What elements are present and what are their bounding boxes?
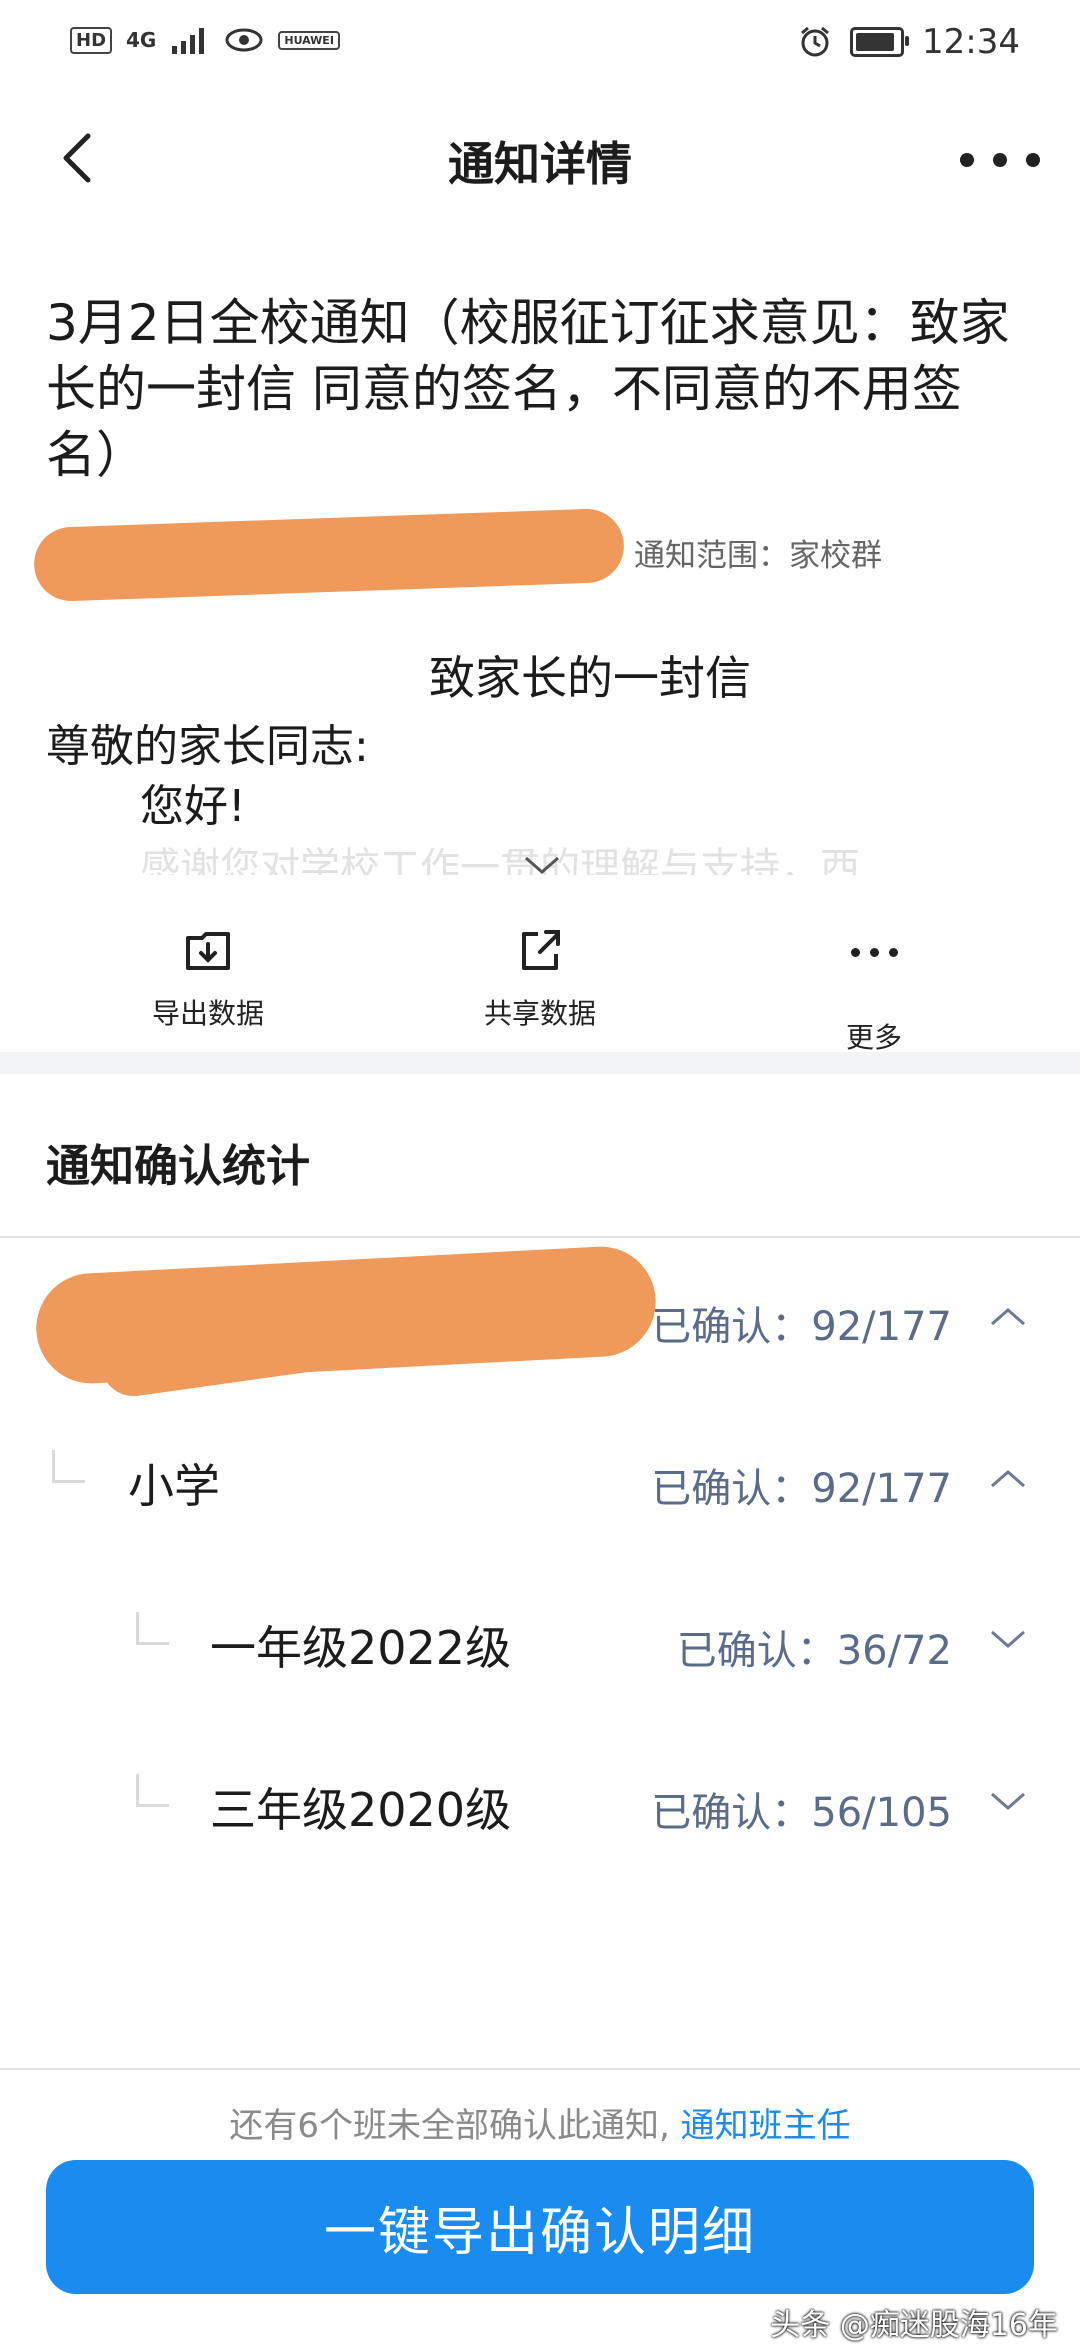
battery-icon bbox=[850, 27, 910, 57]
signal-icon bbox=[172, 28, 205, 54]
status-right: 12:34 bbox=[798, 22, 1020, 62]
notice-scope: 通知范围：家校群 bbox=[634, 538, 882, 574]
status-left: HD 4G HUAWEI bbox=[70, 26, 340, 54]
action-bar: 导出数据 共享数据 更多 bbox=[0, 920, 1080, 1054]
watermark: 头条 @痴迷股海16年 bbox=[770, 2308, 1058, 2343]
share-data-label: 共享数据 bbox=[483, 997, 596, 1030]
unconfirmed-hint-text: 还有6个班未全部确认此通知, bbox=[229, 2106, 670, 2146]
chevron-up-icon[interactable] bbox=[988, 1464, 1028, 1494]
chevron-down-icon[interactable] bbox=[988, 1786, 1028, 1816]
confirmed-count: 已确认：92/177 bbox=[651, 1304, 952, 1350]
redaction-mark bbox=[32, 507, 626, 603]
share-data-button[interactable]: 共享数据 bbox=[440, 920, 640, 1032]
chevron-up-icon[interactable] bbox=[988, 1302, 1028, 1332]
unconfirmed-hint: 还有6个班未全部确认此通知, 通知班主任 bbox=[0, 2098, 1080, 2147]
section-divider bbox=[0, 1052, 1080, 1074]
divider bbox=[0, 2068, 1080, 2070]
export-data-button[interactable]: 导出数据 bbox=[108, 920, 308, 1032]
alarm-icon bbox=[801, 26, 829, 57]
letter-heading: 致家长的一封信 bbox=[429, 651, 751, 705]
export-data-label: 导出数据 bbox=[151, 997, 264, 1030]
page-title: 通知详情 bbox=[448, 137, 632, 191]
chevron-down-icon[interactable] bbox=[988, 1624, 1028, 1654]
network-badge: 4G bbox=[126, 28, 157, 52]
stats-row-primary[interactable]: 小学 已确认：92/177 bbox=[0, 1420, 1080, 1540]
confirmed-count: 已确认：92/177 bbox=[651, 1466, 952, 1512]
letter-salutation: 尊敬的家长同志: bbox=[46, 721, 369, 772]
stats-title: 通知确认统计 bbox=[46, 1141, 310, 1192]
confirmed-count: 已确认：56/105 bbox=[651, 1790, 952, 1836]
share-icon bbox=[522, 930, 560, 970]
hd-badge: HD bbox=[70, 26, 113, 54]
more-actions-label: 更多 bbox=[845, 1021, 902, 1054]
notice-title: 3月2日全校通知（校服征订征求意见：致家长的一封信 同意的签名，不同意的不用签名… bbox=[46, 294, 1010, 484]
confirmed-count: 已确认：36/72 bbox=[676, 1628, 952, 1674]
class-label: 一年级2022级 bbox=[210, 1621, 512, 1675]
notify-teacher-link[interactable]: 通知班主任 bbox=[681, 2106, 851, 2146]
stats-row-grade3[interactable]: 三年级2020级 已确认：56/105 bbox=[0, 1744, 1080, 1864]
expand-chevron-icon[interactable] bbox=[522, 850, 562, 880]
status-bar: HD 4G HUAWEI 12:34 bbox=[0, 0, 1080, 90]
tree-branch-line bbox=[52, 1450, 85, 1483]
brand-badge: HUAWEI bbox=[278, 30, 340, 50]
divider bbox=[0, 1236, 1080, 1238]
more-icon bbox=[844, 920, 904, 1008]
class-label: 三年级2020级 bbox=[210, 1783, 512, 1837]
more-actions-button[interactable]: 更多 bbox=[774, 920, 974, 1056]
letter-greeting: 您好! bbox=[140, 781, 246, 832]
eye-icon bbox=[225, 28, 263, 52]
more-options-icon[interactable] bbox=[960, 140, 1040, 180]
stats-row-grade1[interactable]: 一年级2022级 已确认：36/72 bbox=[0, 1582, 1080, 1702]
clock: 12:34 bbox=[922, 22, 1020, 62]
export-icon bbox=[186, 932, 230, 970]
letter-preview-faded: 感谢您对学校工作一贯的理解与支持，西 bbox=[140, 845, 860, 875]
tree-branch-line bbox=[136, 1612, 169, 1645]
group-label: 小学 bbox=[128, 1459, 220, 1513]
tree-branch-line bbox=[136, 1774, 169, 1807]
stats-row-school[interactable]: 已确认：92/177 bbox=[0, 1243, 1080, 1401]
export-details-button[interactable]: 一键导出确认明细 bbox=[46, 2160, 1034, 2294]
